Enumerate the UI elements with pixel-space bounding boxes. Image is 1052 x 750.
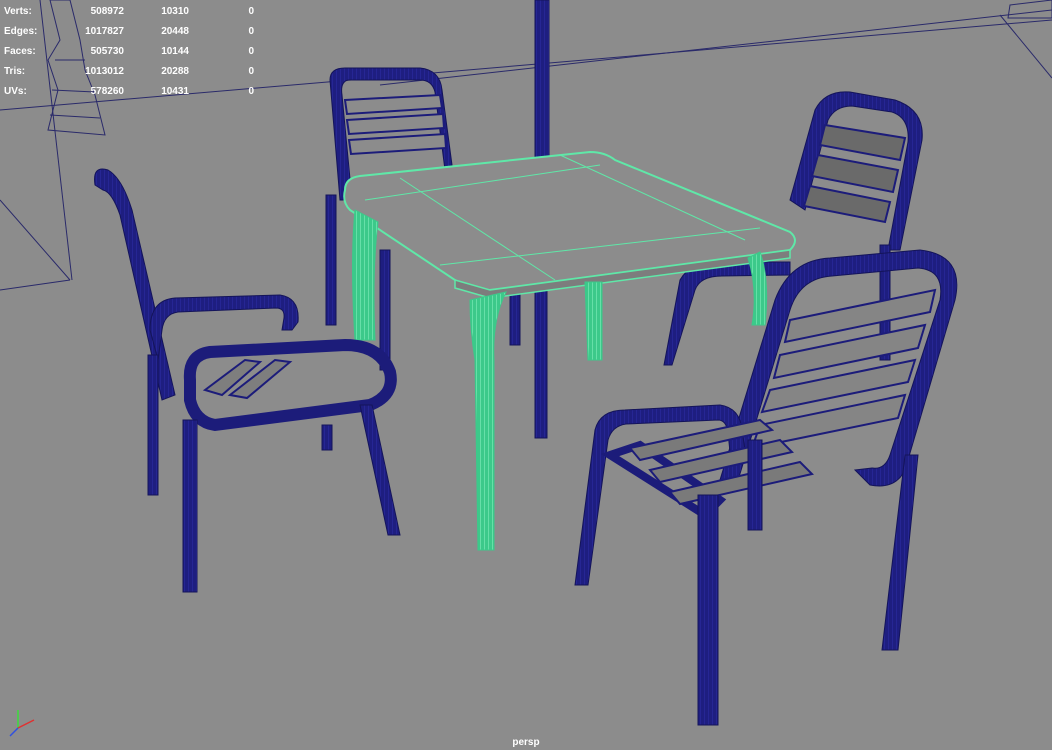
hud-row: Tris: 1013012 20288 0 <box>4 62 254 82</box>
hud-label: Faces: <box>4 46 36 57</box>
maya-perspective-viewport[interactable]: Verts: 508972 10310 0 Edges: 1017827 20448 0 Fac… <box>0 0 1052 750</box>
umbrella-pole-lower[interactable] <box>534 289 548 439</box>
hud-count-component: 0 <box>248 26 254 37</box>
z-axis-line <box>9 727 19 737</box>
hud-count-component: 0 <box>248 46 254 57</box>
hud-count-scene: 1013012 <box>85 66 124 77</box>
x-axis-line <box>17 719 35 729</box>
chair-front-right[interactable] <box>574 249 958 726</box>
hud-label: Edges: <box>4 26 38 37</box>
hud-row: Verts: 508972 10310 0 <box>4 2 254 22</box>
hud-count-scene: 578260 <box>90 86 124 97</box>
hud-count-selected: 10310 <box>161 6 189 17</box>
scene-wireframe[interactable] <box>0 0 1052 750</box>
hud-row: Edges: 1017827 20448 0 <box>4 22 254 42</box>
hud-count-scene: 508972 <box>90 6 124 17</box>
hud-count-selected: 20288 <box>161 66 189 77</box>
hud-row: UVs: 578260 10431 0 <box>4 82 254 102</box>
hud-count-component: 0 <box>248 66 254 77</box>
hud-label: Tris: <box>4 66 26 77</box>
hud-row: Faces: 505730 10144 0 <box>4 42 254 62</box>
hud-count-component: 0 <box>248 6 254 17</box>
hud-label: UVs: <box>4 86 27 97</box>
hud-label: Verts: <box>4 6 32 17</box>
lamp-base-right <box>1007 0 1052 19</box>
xyz-axis-icon <box>9 710 35 737</box>
hud-count-selected: 10431 <box>161 86 189 97</box>
hud-count-scene: 505730 <box>90 46 124 57</box>
hud-count-component: 0 <box>248 86 254 97</box>
poly-count-hud: Verts: 508972 10310 0 Edges: 1017827 20448 0 Fac… <box>4 2 254 102</box>
camera-name-label: persp <box>512 737 540 748</box>
hud-count-selected: 10144 <box>161 46 189 57</box>
hud-count-selected: 20448 <box>161 26 189 37</box>
hud-count-scene: 1017827 <box>85 26 124 37</box>
